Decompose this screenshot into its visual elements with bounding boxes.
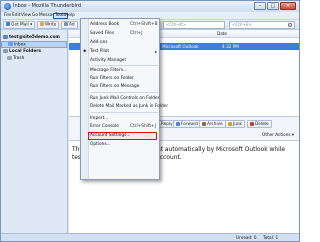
junk-label: Junk (233, 121, 242, 126)
folder-account-label: test@site5demo.com (9, 35, 60, 40)
forward-button[interactable]: Forward (173, 120, 201, 128)
menu-separator (91, 112, 158, 113)
delete-icon (250, 121, 254, 126)
run-filters-message-text: Run Filters on Message (90, 84, 140, 89)
message-time: 4:32 PM (222, 44, 239, 49)
address-book-icon (64, 22, 68, 26)
title-bar: Inbox - Mozilla Thunderbird – □ ✕ (1, 1, 299, 12)
quick-filter-placeholder: <Ctrl+E> (232, 22, 252, 27)
archive-button[interactable]: Archive (199, 120, 226, 128)
window-title: Inbox - Mozilla Thunderbird (13, 3, 82, 9)
menu-separator (91, 92, 158, 93)
address-book-shortcut: Ctrl+Shift+B (130, 22, 158, 27)
thunderbird-window: Inbox - Mozilla Thunderbird – □ ✕ File E… (0, 0, 300, 242)
menu-item-delete-junk[interactable]: Delete Mail Marked as Junk in Folder (90, 103, 168, 110)
menu-item-add-ons[interactable]: Add-ons (90, 39, 159, 46)
delete-label: Delete (255, 121, 269, 126)
other-actions-button[interactable]: Other Actions ▾ (262, 132, 294, 137)
column-date[interactable]: Date (217, 31, 227, 37)
run-filters-folder-text: Run Filters on Folder (90, 76, 134, 81)
menu-item-options[interactable]: Options... (90, 141, 159, 148)
reply-label: Reply (161, 121, 173, 126)
menu-item-run-filters-folder[interactable]: Run Filters on Folder (90, 75, 159, 82)
account-settings-text: Account Settings... (90, 133, 131, 138)
menu-item-test-pilot[interactable]: ◈ Test Pilot ▸ (83, 48, 159, 55)
archive-label: Archive (207, 121, 223, 126)
get-mail-icon (6, 22, 10, 26)
delete-button[interactable]: Delete (247, 120, 272, 128)
menu-item-import[interactable]: Import... (90, 115, 159, 122)
test-pilot-text: Test Pilot (90, 49, 110, 54)
folder-inbox[interactable]: Inbox (1, 41, 67, 48)
activity-manager-text: Activity Manager (90, 58, 127, 63)
menu-item-run-junk-controls[interactable]: Run Junk Mail Controls on Folder (90, 95, 159, 102)
get-mail-label: Get Mail (11, 22, 29, 28)
quick-filter-input[interactable]: <Ctrl+E> (229, 21, 295, 29)
get-mail-button[interactable]: Get Mail ▾ (3, 21, 36, 29)
add-ons-text: Add-ons (90, 40, 108, 45)
error-console-shortcut: Ctrl+Shift+J (130, 124, 156, 129)
archive-icon (202, 121, 206, 126)
menu-separator (91, 65, 158, 66)
inbox-icon (8, 42, 13, 46)
menu-item-activity-manager[interactable]: Activity Manager (90, 57, 159, 64)
import-text: Import... (90, 116, 109, 121)
menu-item-saved-files[interactable]: Saved Files Ctrl+J (90, 30, 159, 37)
trash-icon (7, 55, 12, 60)
tools-menu: Address Book Ctrl+Shift+B Saved Files Ctrl… (80, 18, 168, 180)
folder-inbox-label: Inbox (14, 42, 26, 48)
local-folders-icon (3, 48, 8, 53)
account-icon (3, 34, 8, 39)
test-pilot-icon: ◈ (83, 49, 87, 54)
thunderbird-logo-icon (4, 3, 11, 10)
options-text: Options... (90, 142, 111, 147)
saved-files-shortcut: Ctrl+J (130, 31, 143, 36)
forward-label: Forward (181, 121, 198, 126)
run-junk-controls-text: Run Junk Mail Controls on Folder (90, 96, 160, 101)
junk-button[interactable]: Junk (225, 120, 245, 128)
address-book-text: Address Book (90, 22, 120, 27)
folder-pane: test@site5demo.com Inbox Local Folders T… (1, 30, 68, 233)
message-from: Microsoft Outlook (162, 44, 199, 49)
menu-item-address-book[interactable]: Address Book Ctrl+Shift+B (90, 21, 159, 28)
total-count: Total: 1 (263, 235, 279, 240)
menu-item-run-filters-message[interactable]: Run Filters on Message (90, 83, 159, 90)
folder-local-label: Local Folders (9, 49, 41, 54)
error-console-text: Error Console (90, 124, 119, 129)
junk-icon (228, 121, 232, 126)
menu-item-error-console[interactable]: Error Console Ctrl+Shift+J (90, 123, 159, 130)
folder-local-folders[interactable]: Local Folders (1, 48, 67, 55)
menu-item-account-settings[interactable]: Account Settings... (90, 132, 159, 139)
menu-help[interactable]: Help (64, 13, 76, 19)
menu-item-message-filters[interactable]: Message Filters... (90, 67, 159, 74)
write-button[interactable]: Write (37, 21, 60, 29)
search-icon (288, 23, 292, 27)
menu-gutter (81, 19, 89, 179)
status-bar: Unread: 0 Total: 1 (1, 233, 299, 241)
address-book-label: Ad (69, 22, 75, 28)
folder-account[interactable]: test@site5demo.com (1, 34, 67, 41)
maximize-button[interactable]: □ (267, 2, 279, 10)
saved-files-text: Saved Files (90, 31, 115, 36)
minimize-button[interactable]: – (254, 2, 266, 10)
unread-count: Unread: 0 (236, 235, 257, 240)
close-button[interactable]: ✕ (280, 2, 296, 10)
folder-trash[interactable]: Trash (1, 55, 67, 62)
submenu-arrow-icon: ▸ (154, 49, 157, 54)
write-label: Write (45, 22, 57, 28)
delete-junk-text: Delete Mail Marked as Junk in Folder (90, 104, 169, 109)
message-filters-text: Message Filters... (90, 68, 128, 73)
other-actions-label: Other Actions (262, 132, 291, 137)
forward-icon (176, 121, 180, 126)
pencil-icon (40, 22, 44, 26)
search-messages-input[interactable]: <Ctrl+K> (163, 21, 225, 29)
folder-trash-label: Trash (13, 56, 25, 61)
address-book-button[interactable]: Ad (61, 21, 78, 29)
